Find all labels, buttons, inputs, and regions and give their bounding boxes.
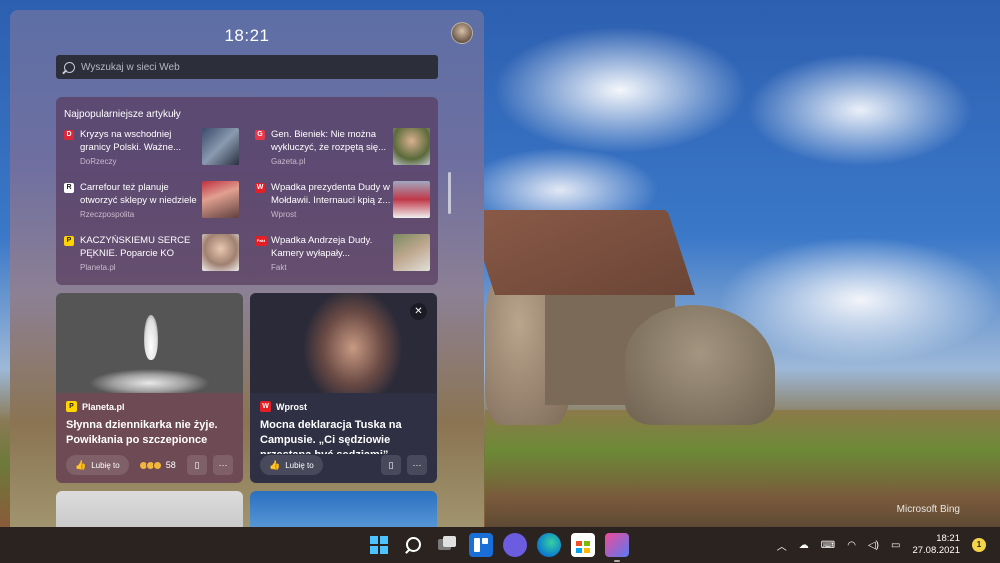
article-source: Gazeta.pl	[271, 157, 306, 166]
publisher-logo-icon: G	[255, 130, 265, 140]
reaction-emoji-icon	[152, 460, 162, 470]
publisher-logo-icon: D	[64, 130, 74, 140]
widgets-panel: 18:21 Najpopularniejsze artykuły D Kryzy…	[10, 10, 484, 527]
article-thumbnail	[393, 128, 430, 165]
reactions-summary[interactable]: 58	[138, 460, 176, 470]
chat-icon[interactable]	[503, 533, 527, 557]
search-icon[interactable]	[401, 533, 425, 557]
article-title: Wpadka Andrzeja Dudy. Kamery wyłapały...	[271, 235, 373, 259]
news-card[interactable]: P Planeta.pl Słynna dziennikarka nie żyj…	[56, 293, 243, 483]
article-source: Wprost	[271, 210, 297, 219]
article-thumbnail	[202, 181, 239, 218]
article-item[interactable]: R Carrefour też planuje otworzyć sklepy …	[64, 181, 239, 223]
top-articles-title: Najpopularniejsze artykuły	[64, 109, 181, 120]
wifi-icon[interactable]: ◠	[847, 540, 856, 551]
publisher-logo-icon: P	[64, 236, 74, 246]
article-item[interactable]: G Gen. Bieniek: Nie można wykluczyć, że …	[255, 128, 430, 170]
article-item[interactable]: P KACZYŃSKIEMU SERCE PĘKNIE. Poparcie KO…	[64, 234, 239, 276]
news-card-image	[56, 293, 243, 393]
widgets-icon[interactable]	[469, 533, 493, 557]
publisher-logo-icon: P	[66, 401, 77, 412]
publisher-logo-icon: W	[255, 183, 265, 193]
publisher-logo-icon: R	[64, 183, 74, 193]
thumbs-up-icon: 👍	[75, 459, 87, 470]
notification-badge[interactable]: 1	[972, 538, 986, 552]
web-search-bar[interactable]	[56, 55, 438, 79]
news-card-source: Planeta.pl	[82, 401, 125, 412]
like-button[interactable]: 👍 Lubię to	[260, 455, 323, 475]
start-icon[interactable]	[367, 533, 391, 557]
article-source: Planeta.pl	[80, 263, 116, 272]
news-card-title: Słynna dziennikarka nie żyje. Powikłania…	[66, 419, 218, 446]
web-search-input[interactable]	[81, 61, 411, 73]
bookmark-icon[interactable]: ▯	[187, 455, 207, 475]
user-avatar[interactable]	[451, 22, 473, 44]
article-title: KACZYŃSKIEMU SERCE PĘKNIE. Poparcie KO r…	[80, 235, 191, 259]
bookmark-icon[interactable]: ▯	[381, 455, 401, 475]
onedrive-icon[interactable]: ☁	[799, 540, 809, 551]
article-source: DoRzeczy	[80, 157, 117, 166]
more-options-icon[interactable]: ···	[407, 455, 427, 475]
candle-image	[144, 315, 158, 360]
panel-scrollbar[interactable]	[448, 172, 451, 214]
publisher-logo-icon: Fakt	[255, 236, 267, 246]
publisher-logo-icon: W	[260, 401, 271, 412]
chevron-up-icon[interactable]: ︿	[777, 538, 787, 553]
news-card-partial[interactable]	[56, 491, 243, 527]
panel-time: 18:21	[224, 26, 270, 45]
like-button[interactable]: 👍 Lubię to	[66, 455, 129, 475]
wallpaper-stone-house	[467, 210, 775, 425]
article-title: Carrefour też planuje otworzyć sklepy w …	[80, 182, 197, 206]
top-articles-widget: Najpopularniejsze artykuły D Kryzys na w…	[56, 97, 438, 285]
thumbs-up-icon: 👍	[269, 459, 281, 470]
article-source: Fakt	[271, 263, 287, 272]
wallpaper-house-roof	[467, 210, 695, 295]
volume-icon[interactable]: ◁)	[868, 540, 879, 551]
edge-icon[interactable]	[537, 533, 561, 557]
photos-icon[interactable]	[605, 533, 629, 562]
news-card-image: ✕	[250, 293, 437, 393]
news-card-source: Wprost	[276, 401, 307, 412]
more-options-icon[interactable]: ···	[213, 455, 233, 475]
news-card-partial[interactable]	[250, 491, 437, 527]
news-card-title: Mocna deklaracja Tuska na Campusie. „Ci …	[260, 419, 402, 454]
article-thumbnail	[202, 234, 239, 271]
article-item[interactable]: Fakt Wpadka Andrzeja Dudy. Kamery wyłapa…	[255, 234, 430, 276]
article-thumbnail	[393, 181, 430, 218]
wallpaper-rock-right	[625, 305, 775, 425]
battery-icon[interactable]: ▭	[891, 540, 900, 551]
taskbar-clock[interactable]: 18:21 27.08.2021	[912, 533, 960, 557]
close-icon[interactable]: ✕	[410, 303, 427, 320]
article-title: Gen. Bieniek: Nie można wykluczyć, że ro…	[271, 129, 387, 153]
keyboard-icon[interactable]: ⌨	[821, 540, 835, 551]
active-app-indicator	[614, 560, 620, 562]
article-thumbnail	[202, 128, 239, 165]
like-label: Lubię to	[91, 460, 120, 470]
like-label: Lubię to	[285, 460, 314, 470]
search-icon	[64, 61, 75, 73]
article-item[interactable]: D Kryzys na wschodniej granicy Polski. W…	[64, 128, 239, 170]
article-thumbnail	[393, 234, 430, 271]
task-view-icon[interactable]	[435, 533, 459, 557]
article-source: Rzeczpospolita	[80, 210, 135, 219]
bing-watermark: Microsoft Bing	[896, 504, 960, 515]
reaction-count: 58	[165, 460, 176, 470]
article-item[interactable]: W Wpadka prezydenta Dudy w Mołdawii. Int…	[255, 181, 430, 223]
article-title: Wpadka prezydenta Dudy w Mołdawii. Inter…	[271, 182, 391, 206]
clock-time: 18:21	[936, 533, 960, 544]
taskbar: ︿ ☁ ⌨ ◠ ◁) ▭ 18:21 27.08.2021 1	[0, 527, 1000, 563]
clock-date: 27.08.2021	[912, 545, 960, 556]
news-card[interactable]: ✕ W Wprost Mocna deklaracja Tuska na Cam…	[250, 293, 437, 483]
article-title: Kryzys na wschodniej granicy Polski. Waż…	[80, 129, 182, 153]
store-icon[interactable]	[571, 533, 595, 557]
